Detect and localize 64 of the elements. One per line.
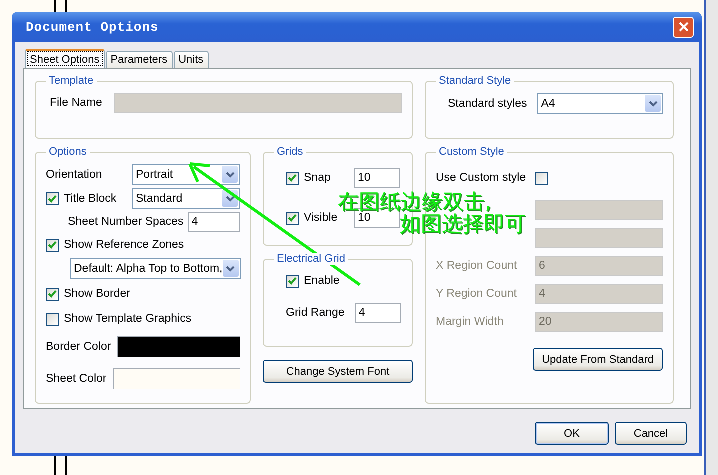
- dropdown-value: Standard: [136, 192, 183, 204]
- grid-range-field[interactable]: 4: [354, 303, 401, 323]
- check-icon: [288, 277, 297, 285]
- tab[interactable]: Units: [174, 51, 209, 68]
- checkbox[interactable]: [286, 212, 299, 224]
- sheet-number-spaces-field[interactable]: 4: [188, 212, 240, 232]
- checkbox-label: Use Custom style: [436, 172, 528, 184]
- dropdown-button[interactable]: [222, 260, 239, 277]
- ok-button[interactable]: OK: [535, 422, 609, 445]
- caret-icon: [648, 100, 658, 106]
- grid-value-field[interactable]: 10: [354, 168, 400, 188]
- change-system-font-button[interactable]: Change System Font: [263, 360, 413, 383]
- field-label: Y Region Count: [436, 288, 518, 300]
- title-block-dropdown[interactable]: Standard: [132, 188, 240, 209]
- color-swatch[interactable]: [117, 336, 240, 357]
- field-label: X Region Count: [436, 260, 518, 272]
- check-icon: [48, 241, 57, 249]
- checkbox[interactable]: [286, 274, 299, 288]
- checkbox[interactable]: [535, 172, 548, 184]
- check-icon: [48, 194, 57, 202]
- checkbox-label: Show Border: [64, 288, 130, 300]
- update-from-standard-button[interactable]: Update From Standard: [533, 348, 663, 371]
- field-label: Standard styles: [448, 98, 528, 110]
- checkbox-label: Show Template Graphics: [64, 313, 192, 325]
- checkbox[interactable]: [46, 192, 59, 205]
- checkbox[interactable]: [46, 312, 59, 326]
- annotation-text: 如图选择即可: [400, 213, 526, 235]
- orientation-dropdown[interactable]: Portrait: [132, 164, 240, 185]
- caret-icon: [226, 266, 236, 272]
- checkbox[interactable]: [46, 288, 59, 300]
- dropdown-value: Default: Alpha Top to Bottom,: [74, 262, 223, 274]
- checkbox[interactable]: [46, 238, 59, 252]
- field-label: Grid Range: [286, 307, 345, 319]
- caret-icon: [226, 172, 234, 178]
- dropdown-button[interactable]: [222, 166, 238, 183]
- field-label: Border Color: [46, 340, 112, 352]
- file-name-field[interactable]: [114, 93, 402, 113]
- field-label: File Name: [50, 97, 102, 109]
- field-label: Sheet Number Spaces: [68, 216, 184, 228]
- close-icon: [678, 22, 688, 32]
- cancel-button[interactable]: Cancel: [615, 422, 687, 445]
- window-title: Document Options: [26, 20, 159, 34]
- checkbox-label: Title Block: [64, 192, 117, 204]
- tab[interactable]: Parameters: [106, 51, 173, 68]
- dropdown-value: A4: [541, 98, 556, 110]
- dropdown-value: Portrait: [136, 168, 174, 180]
- checkbox-label: Show Reference Zones: [64, 239, 184, 251]
- caret-icon: [226, 196, 234, 202]
- field-label: Margin Width: [436, 316, 505, 328]
- check-icon: [48, 290, 57, 298]
- field-label: Orientation: [46, 168, 104, 180]
- close-button[interactable]: [673, 16, 694, 38]
- checkbox[interactable]: [286, 172, 299, 184]
- color-swatch[interactable]: [112, 368, 240, 389]
- check-icon: [288, 214, 297, 222]
- check-icon: [288, 174, 297, 182]
- dropdown-button[interactable]: [645, 95, 661, 112]
- zones-style-dropdown[interactable]: Default: Alpha Top to Bottom,: [70, 258, 241, 279]
- standard-styles-dropdown[interactable]: A4: [537, 93, 663, 114]
- field-label: Sheet Color: [46, 372, 107, 384]
- checkbox-label: Snap: [304, 172, 331, 184]
- checkbox-label: Visible: [304, 212, 338, 224]
- checkbox-label: Enable: [304, 275, 340, 287]
- tab[interactable]: Sheet Options: [25, 49, 105, 68]
